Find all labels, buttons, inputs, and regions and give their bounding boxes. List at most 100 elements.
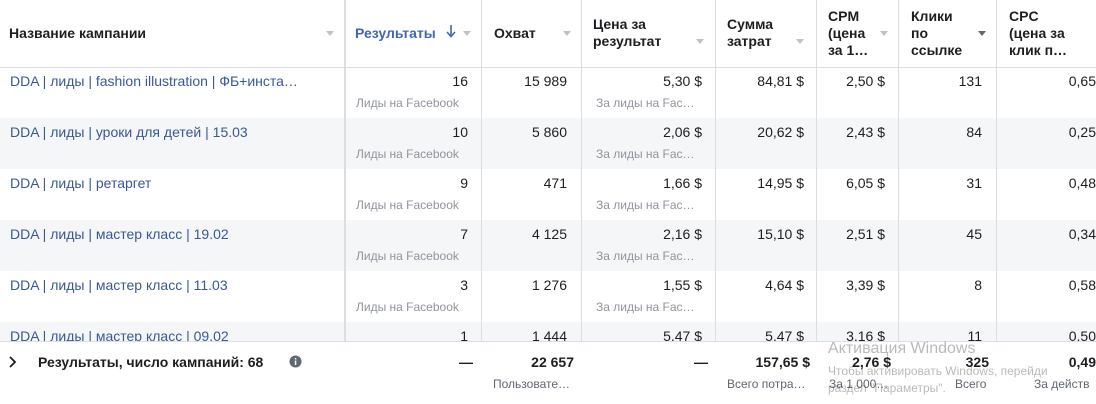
column-link-clicks-label-3: ссылке	[911, 42, 963, 58]
results-value: 7	[460, 226, 468, 242]
table-row[interactable]: DDA | лиды | ретаргет 9 Лиды на Facebook 47…	[0, 169, 1096, 220]
results-sub: Лиды на Facebook	[356, 147, 459, 161]
down-arrow-icon	[446, 25, 456, 38]
cost-per-result-value: 2,16 $	[663, 226, 702, 242]
reach-value: 1 276	[531, 277, 567, 293]
results-sub: Лиды на Facebook	[356, 249, 459, 263]
column-cpm-label-1: CPM	[828, 8, 860, 24]
results-value: 9	[460, 175, 468, 191]
summary-label: Результаты, число кампаний: 68	[38, 354, 264, 370]
amount-spent-value: 84,81 $	[757, 73, 804, 89]
summary-cost-per-result: —	[694, 354, 708, 370]
table-row[interactable]: DDA | лиды | уроки для детей | 15.03 10 Ли…	[0, 118, 1096, 169]
column-amount-spent-label-1: Сумма	[727, 16, 774, 32]
cpc-value: 0,25	[1068, 124, 1096, 140]
campaign-table: Название кампании Результаты Охват Цена …	[0, 0, 1096, 404]
column-link-clicks-label-1: Клики	[911, 8, 953, 24]
amount-spent-value: 4,64 $	[765, 277, 804, 293]
column-cpc-label-2: (цена за	[1009, 25, 1065, 41]
column-cost-per-result[interactable]: Цена за результат	[582, 0, 716, 67]
column-menu-icon[interactable]	[796, 39, 804, 44]
column-cpm-label-3: за 1…	[828, 42, 869, 58]
summary-cpm-sub: За 1 000…	[829, 377, 889, 391]
amount-spent-value: 20,62 $	[757, 124, 804, 140]
column-menu-icon[interactable]	[696, 39, 704, 44]
summary-reach: 22 657	[531, 354, 574, 370]
column-cost-per-result-label-2: результат	[593, 33, 662, 49]
reach-value: 15 989	[524, 73, 567, 89]
summary-link-clicks-sub: Всего	[955, 377, 987, 391]
campaign-name-link[interactable]: DDA | лиды | мастер класс | 11.03	[10, 277, 228, 294]
column-cpc-label-3: клик п…	[1009, 42, 1068, 58]
table-row[interactable]: DDA | лиды | мастер класс | 11.03 3 Лиды н…	[0, 271, 1096, 322]
column-amount-spent[interactable]: Сумма затрат	[716, 0, 817, 67]
column-link-clicks-label-2: по	[911, 25, 929, 41]
info-icon[interactable]	[289, 355, 302, 368]
column-campaign-name[interactable]: Название кампании	[0, 0, 345, 67]
campaign-name-link[interactable]: DDA | лиды | мастер класс | 19.02	[10, 226, 229, 243]
summary-cpm: 2,76 $	[852, 354, 891, 370]
summary-cpc: 0,49	[1068, 354, 1096, 370]
summary-reach-sub: Пользовате…	[493, 377, 571, 391]
results-sub: Лиды на Facebook	[356, 300, 459, 314]
link-clicks-value: 84	[966, 124, 982, 140]
amount-spent-value: 15,10 $	[757, 226, 804, 242]
table-row[interactable]: DDA | лиды | fashion illustration | ФБ+и…	[0, 67, 1096, 118]
cost-per-result-sub: За лиды на Fac…	[596, 249, 695, 263]
column-menu-icon[interactable]	[880, 31, 888, 36]
campaign-name-link[interactable]: DDA | лиды | ретаргет	[10, 175, 151, 192]
link-clicks-value: 131	[958, 73, 982, 89]
link-clicks-value: 45	[966, 226, 982, 242]
reach-value: 4 125	[531, 226, 567, 242]
summary-cpc-sub: За действ	[1034, 377, 1090, 391]
cpm-value: 2,43 $	[846, 124, 885, 140]
column-menu-icon[interactable]	[563, 31, 571, 36]
reach-value: 5 860	[531, 124, 567, 140]
column-cpm-label-2: (цена	[828, 25, 866, 41]
column-cpc-label-1: CPC	[1009, 8, 1039, 24]
cost-per-result-sub: За лиды на Fac…	[596, 300, 695, 314]
results-value: 10	[452, 124, 468, 140]
column-cpc[interactable]: CPC (цена за клик п…	[997, 0, 1096, 67]
cpc-value: 0,65	[1068, 73, 1096, 89]
column-menu-icon[interactable]	[463, 31, 471, 36]
table-header: Название кампании Результаты Охват Цена …	[0, 0, 1096, 68]
cost-per-result-sub: За лиды на Fac…	[596, 198, 695, 212]
summary-amount-spent: 157,65 $	[755, 354, 811, 370]
column-cost-per-result-label-1: Цена за	[593, 16, 646, 32]
column-reach[interactable]: Охват	[482, 0, 582, 67]
results-value: 3	[460, 277, 468, 293]
link-clicks-value: 8	[974, 277, 982, 293]
amount-spent-value: 14,95 $	[757, 175, 804, 191]
cost-per-result-sub: За лиды на Fac…	[596, 96, 695, 110]
cpc-value: 0,58	[1068, 277, 1096, 293]
column-menu-icon[interactable]	[978, 31, 986, 36]
column-cpm[interactable]: CPM (цена за 1…	[817, 0, 899, 67]
cpm-value: 2,51 $	[846, 226, 885, 242]
cpc-value: 0,34	[1068, 226, 1096, 242]
summary-link-clicks: 325	[965, 354, 989, 370]
cost-per-result-value: 1,66 $	[663, 175, 702, 191]
chevron-right-icon[interactable]	[8, 356, 18, 368]
cpm-value: 3,39 $	[846, 277, 885, 293]
cpc-value: 0,48	[1068, 175, 1096, 191]
cost-per-result-value: 2,06 $	[663, 124, 702, 140]
cost-per-result-sub: За лиды на Fac…	[596, 147, 695, 161]
campaign-name-link[interactable]: DDA | лиды | уроки для детей | 15.03	[10, 124, 248, 141]
results-value: 16	[452, 73, 468, 89]
column-campaign-name-label: Название кампании	[9, 25, 147, 41]
column-results[interactable]: Результаты	[345, 0, 482, 67]
summary-results: —	[459, 354, 473, 370]
column-reach-label: Охват	[494, 25, 536, 41]
summary-row: Результаты, число кампаний: 68 — 22 657 …	[0, 341, 1096, 404]
table-row[interactable]: DDA | лиды | мастер класс | 19.02 7 Лиды н…	[0, 220, 1096, 271]
campaign-name-link[interactable]: DDA | лиды | fashion illustration | ФБ+и…	[10, 73, 298, 90]
column-link-clicks[interactable]: Клики по ссылке	[899, 0, 997, 67]
reach-value: 471	[543, 175, 567, 191]
summary-amount-spent-sub: Всего потра…	[727, 377, 806, 391]
results-sub: Лиды на Facebook	[356, 198, 459, 212]
results-sub: Лиды на Facebook	[356, 96, 459, 110]
link-clicks-value: 31	[966, 175, 982, 191]
column-menu-icon[interactable]	[326, 31, 334, 36]
cpm-value: 6,05 $	[846, 175, 885, 191]
